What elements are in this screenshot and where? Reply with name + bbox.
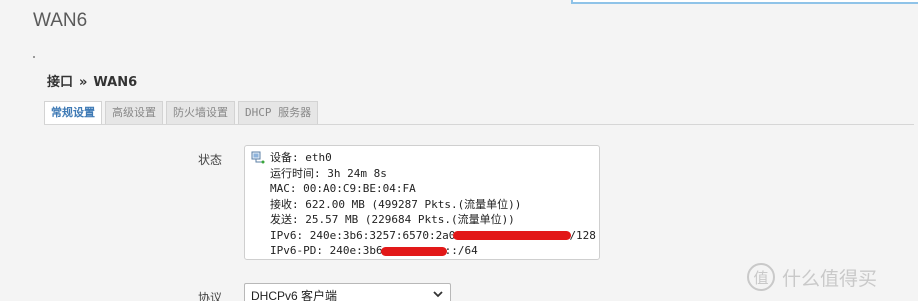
status-label: 状态	[198, 153, 223, 167]
svg-text:值: 值	[753, 269, 768, 287]
tab-advanced[interactable]: 高级设置	[105, 101, 163, 125]
smzdm-logo-icon: 值	[747, 263, 775, 291]
top-panel-edge	[571, 0, 918, 4]
tab-general[interactable]: 常规设置	[44, 101, 102, 125]
status-tx: 发送: 25.57 MB (229684 Pkts.(流量单位))	[270, 213, 515, 226]
tab-divider	[44, 124, 914, 125]
page-title: WAN6	[33, 10, 88, 31]
tab-dhcp-server[interactable]: DHCP 服务器	[238, 101, 319, 125]
breadcrumb-separator: »	[79, 75, 88, 90]
watermark-text: 什么值得买	[782, 267, 878, 290]
protocol-selected-value: DHCPv6 客户端	[251, 289, 338, 301]
status-device: 设备: eth0	[251, 150, 593, 166]
status-ipv6-pd: IPv6-PD: 240e:3b6::/64	[270, 244, 478, 257]
chevron-down-icon	[433, 291, 443, 298]
status-rx: 接收: 622.00 MB (499287 Pkts.(流量单位))	[270, 197, 522, 211]
protocol-select[interactable]: DHCPv6 客户端	[244, 283, 451, 301]
network-interface-icon	[251, 151, 265, 164]
status-mac: MAC: 00:A0:C9:BE:04:FA	[270, 182, 416, 195]
status-ipv6: IPv6: 240e:3b6:3257:6570:2a0/128	[270, 228, 596, 242]
status-panel: 设备: eth0 运行时间: 3h 24m 8s MAC: 00:A0:C9:B…	[244, 145, 600, 260]
status-uptime: 运行时间: 3h 24m 8s	[270, 166, 387, 180]
protocol-label: 协议	[198, 291, 223, 301]
redaction-mark	[453, 231, 572, 240]
tab-firewall[interactable]: 防火墙设置	[166, 101, 235, 125]
breadcrumb: 接口 » WAN6	[47, 71, 137, 90]
divider-dot	[33, 56, 35, 58]
breadcrumb-parent[interactable]: 接口	[47, 75, 73, 90]
watermark: 值 什么值得买	[746, 262, 877, 292]
redaction-mark	[380, 246, 447, 256]
tab-bar: 常规设置 高级设置 防火墙设置 DHCP 服务器	[44, 101, 319, 125]
breadcrumb-current: WAN6	[93, 75, 138, 90]
